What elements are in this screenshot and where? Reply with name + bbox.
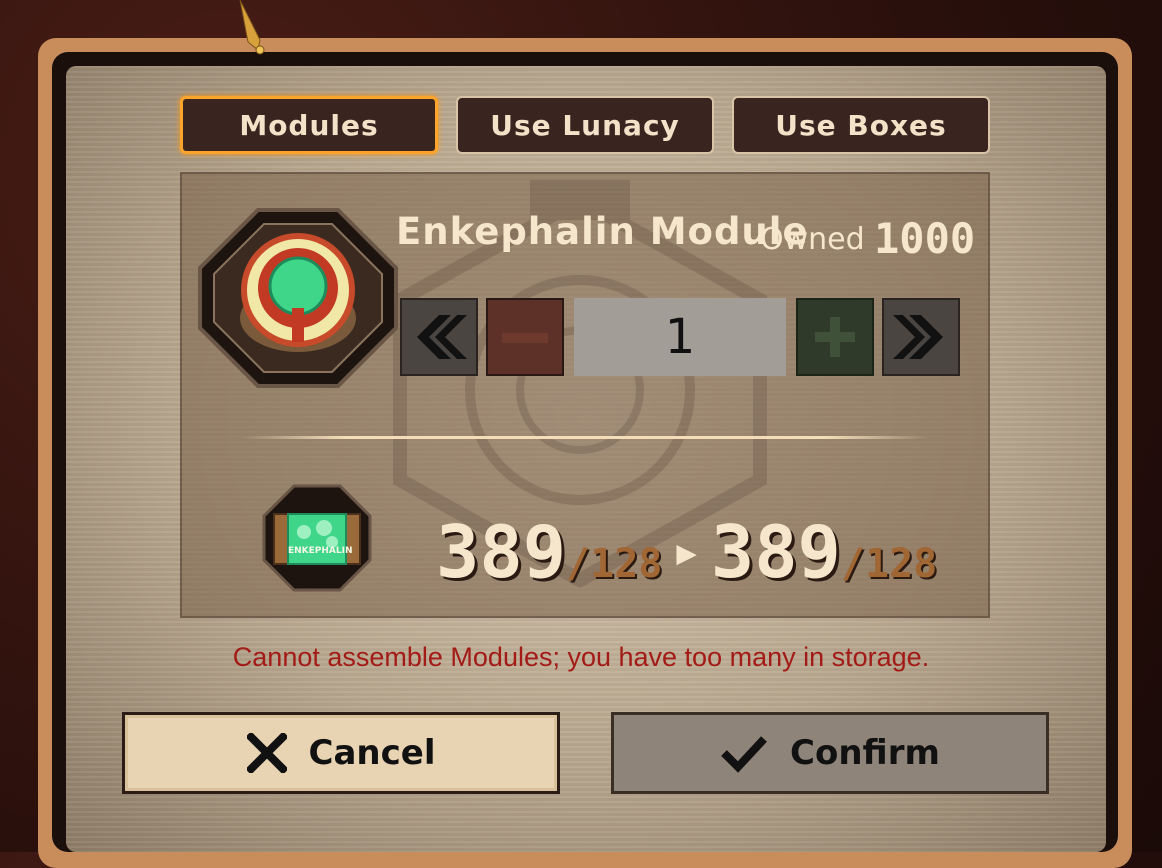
owned-value: 1000	[874, 214, 976, 263]
confirm-button[interactable]: Confirm	[611, 712, 1049, 794]
before-current-value: 389	[436, 510, 567, 594]
minus-icon	[502, 333, 548, 343]
tab-modules[interactable]: Modules	[180, 96, 438, 154]
quantity-plus-button[interactable]	[796, 298, 874, 376]
after-current-value: 389	[710, 510, 841, 594]
cancel-button-label: Cancel	[308, 733, 436, 773]
double-chevron-left-icon	[417, 315, 467, 359]
pen-nib-icon	[239, 0, 265, 55]
double-chevron-right-icon	[893, 315, 943, 359]
cancel-button[interactable]: Cancel	[122, 712, 560, 794]
enkephalin-module-icon	[198, 208, 398, 388]
enkephalin-box-label: ENKEPHALIN	[288, 546, 353, 556]
quantity-minus-button[interactable]	[486, 298, 564, 376]
close-icon	[246, 733, 287, 773]
before-max-value: /128	[566, 541, 663, 587]
error-message: Cannot assemble Modules; you have too ma…	[232, 642, 930, 672]
check-icon	[721, 736, 767, 773]
enkephalin-box-shape	[262, 484, 372, 592]
item-name: Enkephalin Module	[396, 210, 809, 253]
quantity-min-button[interactable]	[400, 298, 478, 376]
quantity-max-button[interactable]	[882, 298, 960, 376]
quantity-field[interactable]: 1	[574, 298, 786, 376]
section-divider	[242, 436, 928, 439]
enkephalin-box-icon: ENKEPHALIN	[262, 484, 372, 592]
resource-change-readout: 389 /128 ▶ 389 /128	[436, 498, 937, 594]
owned-label: Owned	[760, 222, 865, 257]
tab-use-boxes[interactable]: Use Boxes	[732, 96, 990, 154]
after-max-value: /128	[840, 541, 938, 587]
tab-use-lunacy[interactable]: Use Lunacy	[456, 96, 714, 154]
plus-icon	[815, 317, 855, 357]
confirm-button-label: Confirm	[790, 733, 940, 773]
arrow-right-icon: ▶	[676, 533, 697, 573]
